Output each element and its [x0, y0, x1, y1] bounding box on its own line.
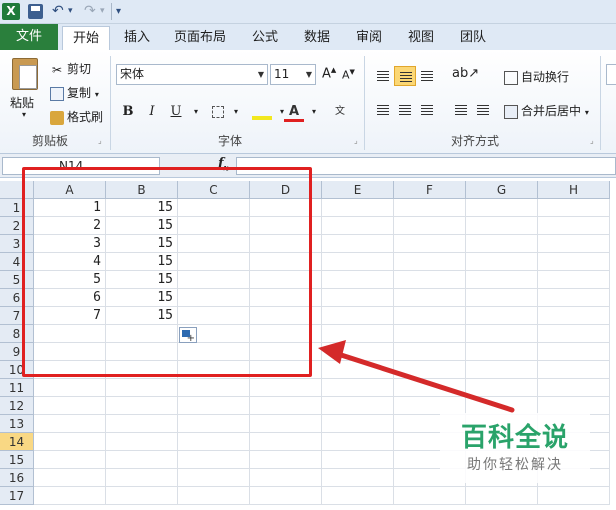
watermark-title: 百科全说	[460, 423, 569, 453]
watermark-subtitle: 助你轻松解决	[467, 457, 563, 473]
watermark: 百科全说 助你轻松解决	[440, 413, 590, 483]
